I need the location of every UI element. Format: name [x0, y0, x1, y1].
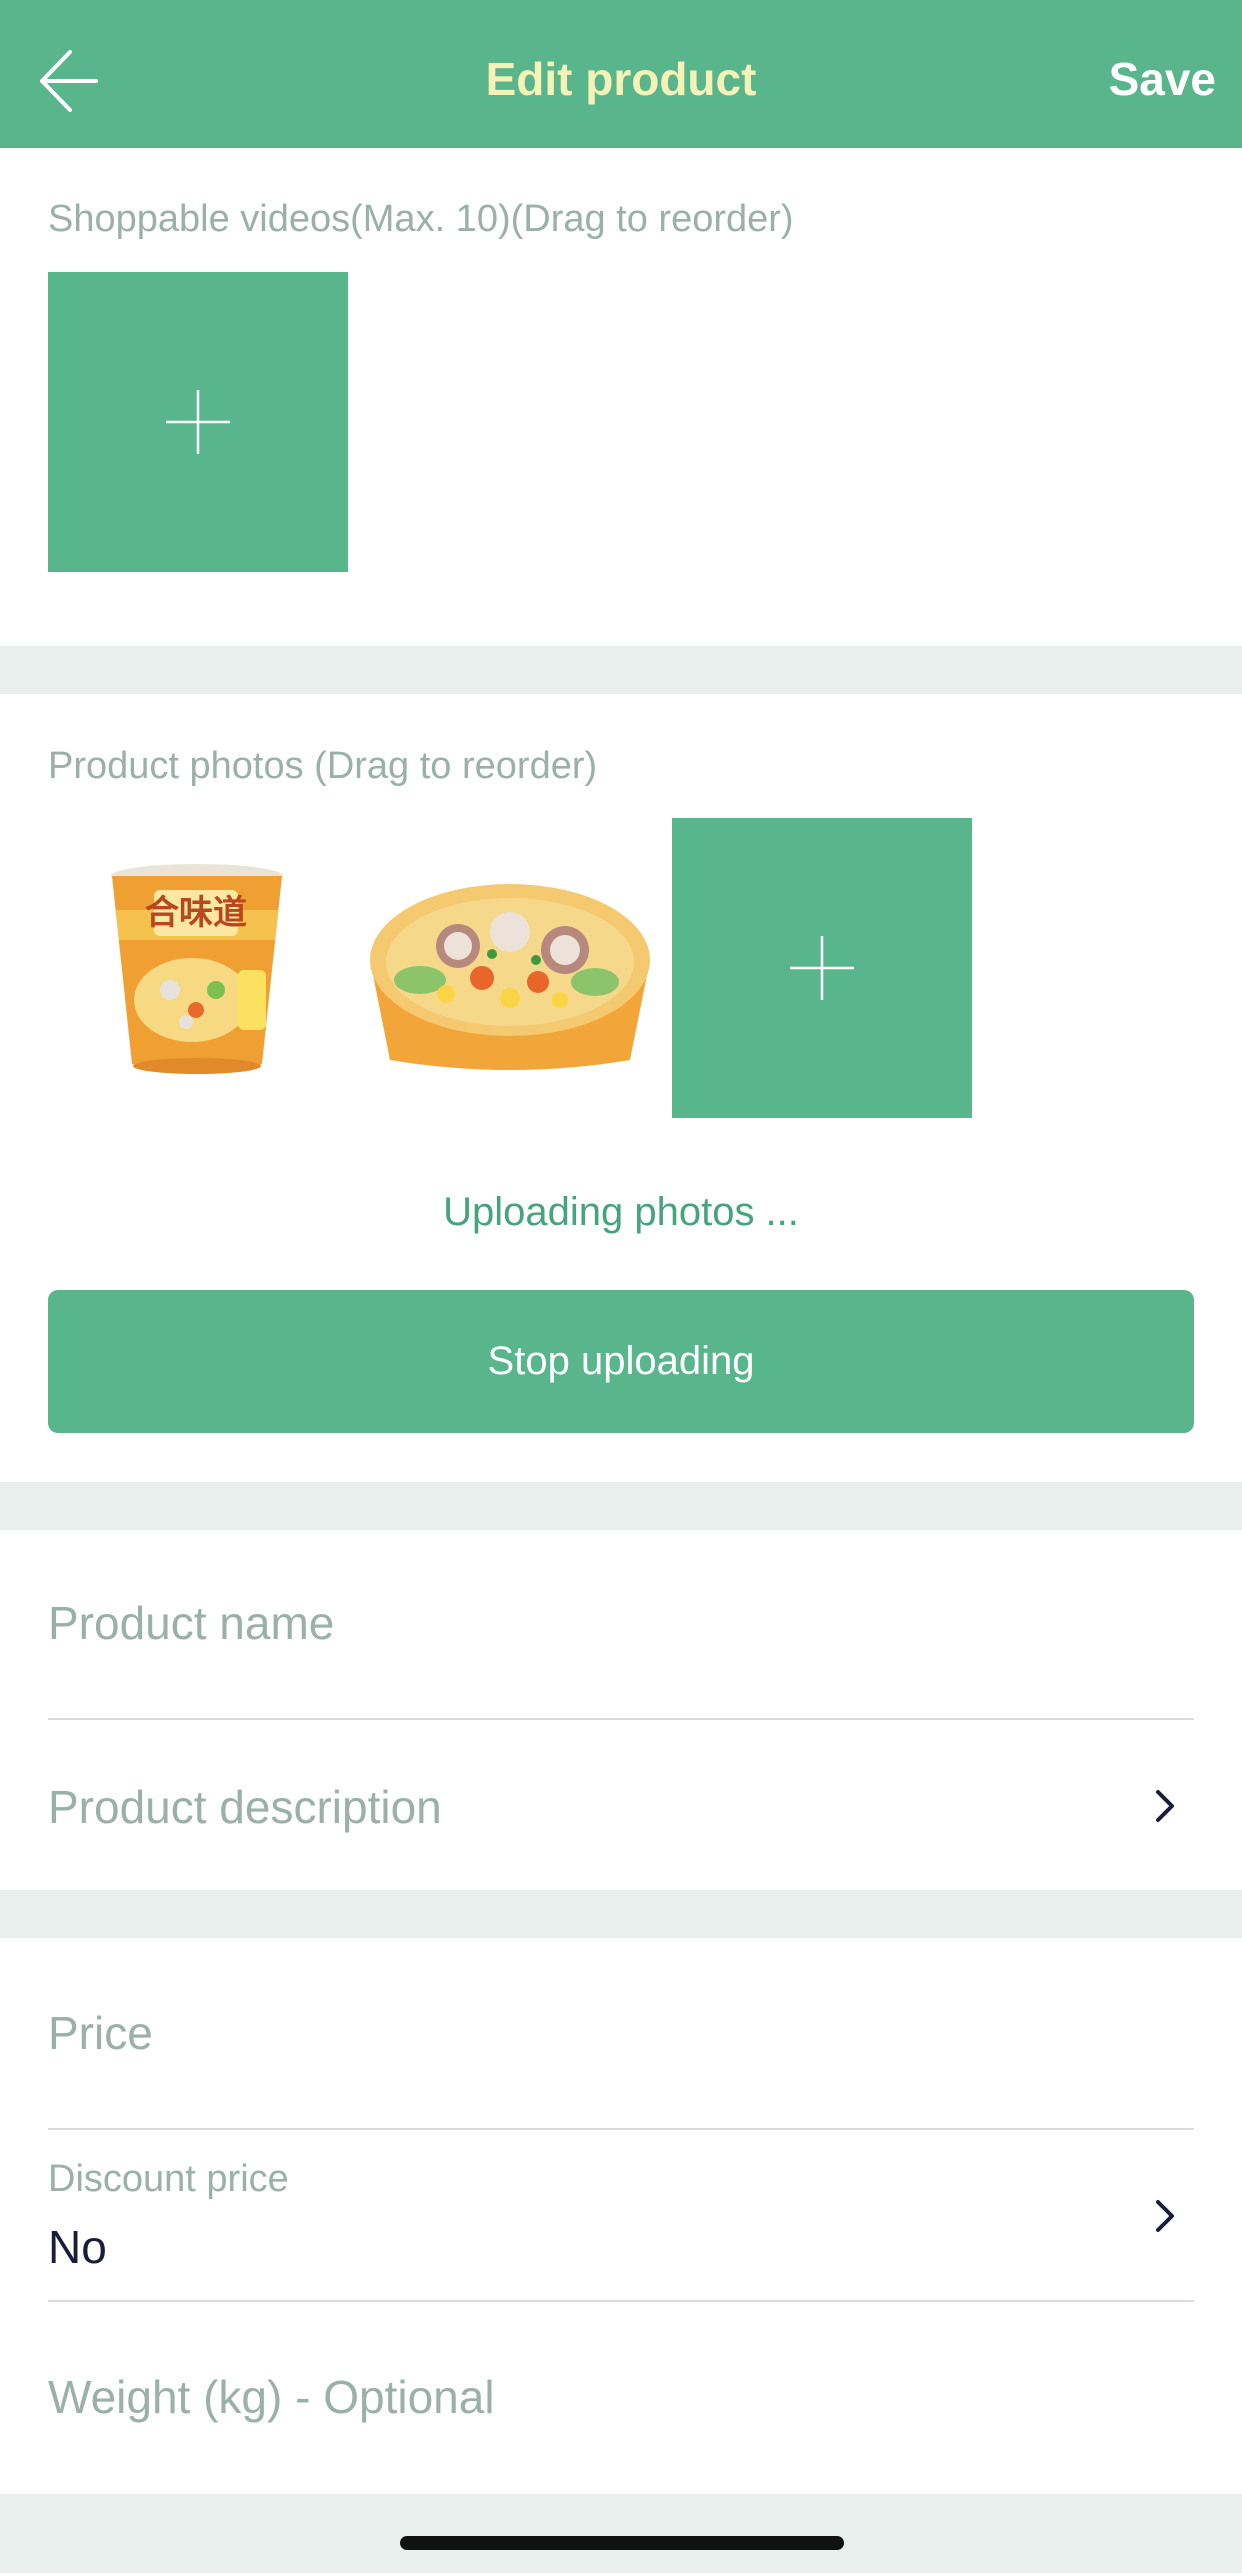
- product-photo-cup[interactable]: 合味道: [92, 850, 302, 1080]
- top-bar: Edit product Save: [0, 0, 1242, 148]
- stop-uploading-button[interactable]: Stop uploading: [48, 1290, 1194, 1433]
- add-video-button[interactable]: [48, 272, 348, 572]
- discount-price-value[interactable]: No: [48, 2220, 107, 2274]
- svg-text:合味道: 合味道: [145, 893, 247, 933]
- page-title: Edit product: [485, 53, 757, 105]
- videos-section-label: Shoppable videos(Max. 10)(Drag to reorde…: [48, 198, 794, 240]
- section-divider: [0, 1482, 1242, 1530]
- save-button[interactable]: Save: [1109, 52, 1216, 106]
- product-photo-bowl[interactable]: [360, 870, 660, 1070]
- plus-icon: [790, 936, 854, 1000]
- section-divider: [0, 1890, 1242, 1938]
- chevron-right-icon[interactable]: [1150, 2196, 1180, 2236]
- discount-price-label: Discount price: [48, 2158, 289, 2200]
- section-divider: [0, 646, 1242, 694]
- upload-status: Uploading photos ...: [443, 1190, 799, 1234]
- photos-section-label: Product photos (Drag to reorder): [48, 745, 598, 787]
- product-name-field[interactable]: Product name: [48, 1596, 334, 1650]
- section-divider: [0, 2494, 1242, 2573]
- plus-icon: [166, 390, 230, 454]
- divider-line: [48, 2300, 1194, 2302]
- product-description-row[interactable]: Product description: [48, 1780, 442, 1834]
- add-photo-button[interactable]: [672, 818, 972, 1118]
- weight-field[interactable]: Weight (kg) - Optional: [48, 2370, 495, 2424]
- chevron-right-icon[interactable]: [1150, 1786, 1180, 1826]
- divider-line: [48, 1718, 1194, 1720]
- divider-line: [48, 2128, 1194, 2130]
- price-field[interactable]: Price: [48, 2006, 153, 2060]
- home-indicator: [400, 2536, 844, 2550]
